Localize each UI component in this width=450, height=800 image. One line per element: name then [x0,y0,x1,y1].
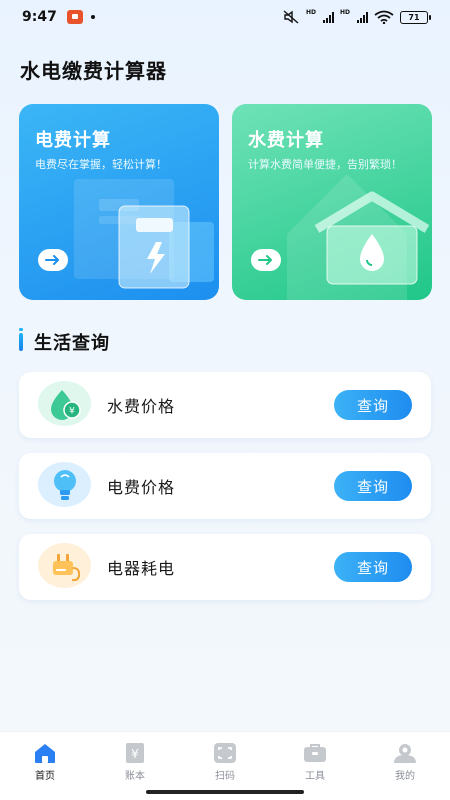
tab-label: 工具 [305,771,325,782]
section-title: 生活查询 [34,333,110,354]
list-item-electricity-price[interactable]: 电费价格 查询 [19,453,431,519]
signal-icon-2 [357,11,368,23]
tab-ledger[interactable]: ¥ 账本 [90,732,180,787]
list-item-label: 电费价格 [107,478,176,497]
hd-label-1: HD [305,8,316,16]
status-icons: HD HD 71 [282,8,431,24]
card-subtitle-electricity: 电费尽在掌握，轻松计算！ [35,158,167,171]
card-title-water: 水费计算 [248,130,324,151]
bottom-tab-bar: 首页 ¥ 账本 扫码 工具 我的 [0,731,450,787]
tab-scan[interactable]: 扫码 [180,732,270,787]
hd-label-2: HD [339,8,350,16]
home-indicator [0,787,450,800]
mute-icon [283,10,299,24]
home-icon [32,742,58,764]
signal-icon-1 [322,11,334,23]
section-header: 生活查询 [19,328,110,355]
profile-icon [392,742,418,764]
status-bar: 9:47 HD HD 71 [0,0,450,34]
query-button[interactable]: 查询 [334,552,412,582]
page-title: 水电缴费计算器 [20,59,167,83]
arrow-right-icon[interactable] [38,249,68,271]
arrow-right-icon[interactable] [251,249,281,271]
section-marker-icon [19,328,23,351]
tab-label: 扫码 [215,771,235,782]
query-button[interactable]: 查询 [334,471,412,501]
dot-icon [90,15,95,19]
list-item-label: 电器耗电 [107,559,176,578]
notification-icon [66,10,83,24]
tab-profile[interactable]: 我的 [360,732,450,787]
tab-label: 首页 [35,771,55,782]
tab-label: 我的 [395,771,415,782]
wifi-icon [374,10,394,24]
bulb-icon [38,462,91,507]
list-item-water-price[interactable]: ¥ 水费价格 查询 [19,372,431,438]
electricity-calc-card[interactable]: 电费计算 电费尽在掌握，轻松计算！ [19,104,219,300]
water-price-icon: ¥ [38,381,91,426]
tab-home[interactable]: 首页 [0,732,90,787]
list-item-appliance-power[interactable]: 电器耗电 查询 [19,534,431,600]
list-item-label: 水费价格 [107,397,176,416]
query-button[interactable]: 查询 [334,390,412,420]
card-subtitle-water: 计算水费简单便捷，告别繁琐！ [248,158,402,171]
tab-tools[interactable]: 工具 [270,732,360,787]
toolbox-icon [302,742,328,764]
svg-text:¥: ¥ [131,747,139,761]
scan-icon [212,742,238,764]
svg-text:¥: ¥ [69,406,75,416]
plug-icon [38,543,91,588]
card-title-electricity: 电费计算 [35,130,111,151]
battery-icon: 71 [400,10,431,24]
water-calc-card[interactable]: 水费计算 计算水费简单便捷，告别繁琐！ [232,104,432,300]
status-time: 9:47 [22,9,57,25]
ledger-icon: ¥ [122,742,148,764]
tab-label: 账本 [125,771,145,782]
